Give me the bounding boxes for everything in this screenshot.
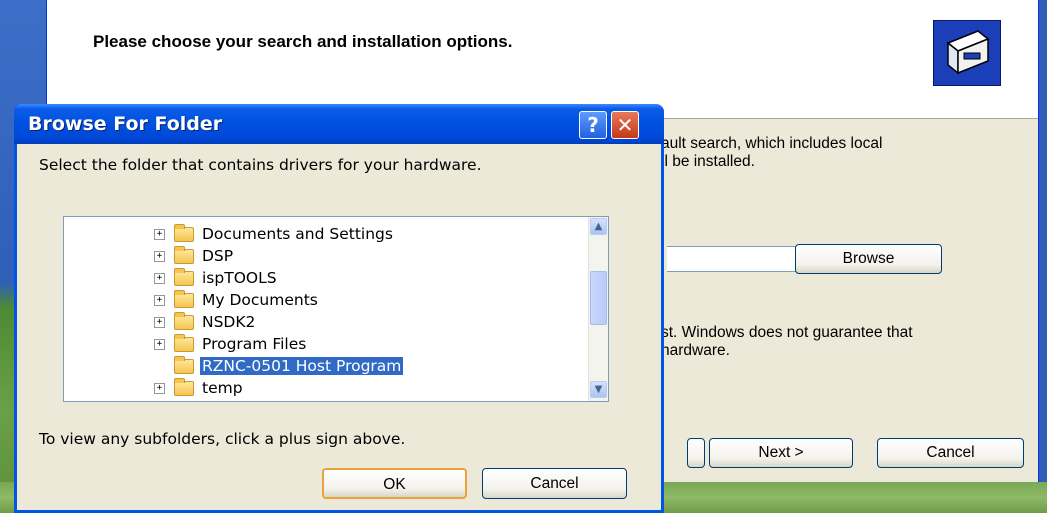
folder-icon xyxy=(174,334,194,352)
folder-name[interactable]: Documents and Settings xyxy=(200,225,395,243)
folder-tree-item[interactable]: + ispTOOLS xyxy=(64,268,584,290)
folder-name[interactable]: Program Files xyxy=(200,335,308,353)
folder-name[interactable]: My Documents xyxy=(200,291,320,309)
folder-icon xyxy=(174,290,194,308)
dialog-instruction: Select the folder that contains drivers … xyxy=(39,156,482,174)
scroll-down-icon[interactable]: ▼ xyxy=(590,381,607,398)
folder-tree-item[interactable]: + DSP xyxy=(64,246,584,268)
folder-icon xyxy=(174,246,194,264)
expand-plus-icon[interactable]: + xyxy=(154,339,165,350)
folder-tree[interactable]: ▲ ▼ + Documents and Settings + DSP + ispTOOLS… xyxy=(63,216,609,402)
folder-tree-item[interactable]: + My Documents xyxy=(64,290,584,312)
expand-plus-icon[interactable]: + xyxy=(154,295,165,306)
hardware-icon xyxy=(933,20,1001,86)
tree-scrollbar[interactable]: ▲ ▼ xyxy=(588,217,608,401)
folder-name[interactable]: ispTOOLS xyxy=(200,269,279,287)
folder-tree-item[interactable]: RZNC-0501 Host Program xyxy=(64,356,584,378)
expand-plus-icon[interactable]: + xyxy=(154,251,165,262)
folder-icon xyxy=(174,378,194,396)
close-icon[interactable]: ✕ xyxy=(611,111,639,139)
expand-plus-icon[interactable]: + xyxy=(154,229,165,240)
dialog-title-bar[interactable]: Browse For Folder ? ✕ xyxy=(14,104,664,144)
ok-button[interactable]: OK xyxy=(322,468,467,499)
next-button[interactable]: Next > xyxy=(709,438,853,468)
back-button[interactable] xyxy=(687,438,705,468)
wizard-cancel-button[interactable]: Cancel xyxy=(877,438,1024,468)
wizard-warning-text-2: hardware. xyxy=(661,342,730,359)
expand-plus-icon[interactable]: + xyxy=(154,273,165,284)
wizard-header-title: Please choose your search and installati… xyxy=(93,32,513,51)
wizard-search-text-1: ault search, which includes local xyxy=(661,135,883,152)
dialog-title: Browse For Folder xyxy=(28,113,223,135)
dialog-hint: To view any subfolders, click a plus sig… xyxy=(39,430,406,448)
help-icon[interactable]: ? xyxy=(579,111,607,139)
dialog-cancel-button[interactable]: Cancel xyxy=(482,468,627,499)
folder-icon xyxy=(174,356,194,374)
browse-button[interactable]: Browse xyxy=(795,244,942,274)
expand-plus-icon[interactable]: + xyxy=(154,383,165,394)
folder-icon xyxy=(174,312,194,330)
scroll-up-icon[interactable]: ▲ xyxy=(590,218,607,235)
folder-tree-item[interactable]: + Documents and Settings xyxy=(64,224,584,246)
folder-tree-item[interactable]: + Program Files xyxy=(64,334,584,356)
wizard-warning-text-1: st. Windows does not guarantee that xyxy=(661,324,913,341)
folder-tree-item[interactable]: + NSDK2 xyxy=(64,312,584,334)
folder-name[interactable]: temp xyxy=(200,379,245,397)
browse-for-folder-dialog: Browse For Folder ? ✕ Select the folder … xyxy=(14,104,664,513)
folder-tree-item[interactable]: + temp xyxy=(64,378,584,400)
folder-name[interactable]: NSDK2 xyxy=(200,313,257,331)
expand-plus-icon[interactable]: + xyxy=(154,317,165,328)
folder-icon xyxy=(174,224,194,242)
wizard-header: Please choose your search and installati… xyxy=(47,0,1038,119)
scrollbar-thumb[interactable] xyxy=(590,271,607,325)
folder-icon xyxy=(174,268,194,286)
wizard-search-text-2: ll be installed. xyxy=(661,153,755,170)
folder-name[interactable]: DSP xyxy=(200,247,235,265)
folder-name[interactable]: RZNC-0501 Host Program xyxy=(200,357,404,375)
